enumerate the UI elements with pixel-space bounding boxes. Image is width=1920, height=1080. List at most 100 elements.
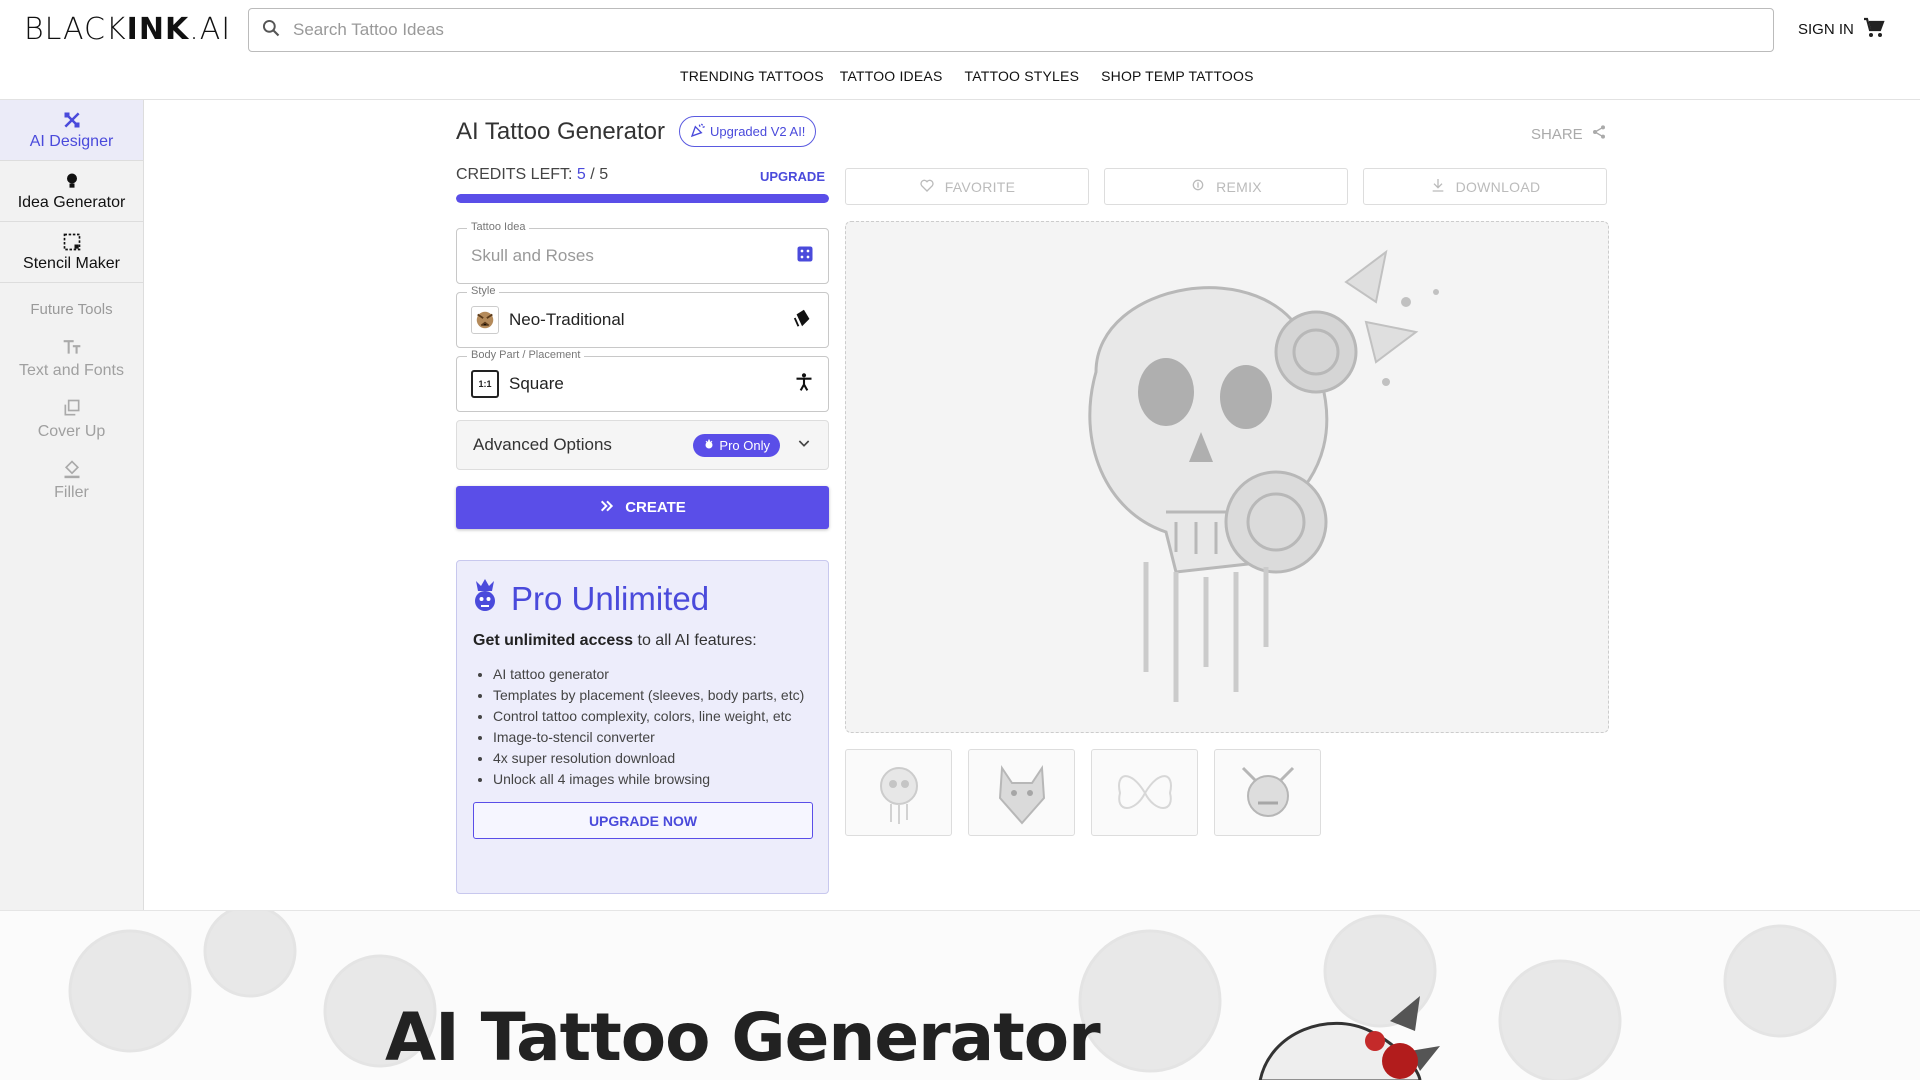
crown-icon bbox=[703, 438, 715, 453]
hero-title: AI Tattoo Generator bbox=[385, 999, 1101, 1076]
thumbnail-skull[interactable] bbox=[845, 749, 952, 836]
placement-value: Square bbox=[509, 374, 564, 393]
hero-section: AI Tattoo Generator bbox=[0, 910, 1920, 1080]
pro-card-subtitle: Get unlimited access to all AI features: bbox=[473, 632, 812, 650]
remix-icon bbox=[1190, 177, 1206, 196]
style-field[interactable]: Style Neo-Traditional bbox=[456, 285, 829, 348]
share-button[interactable]: SHARE bbox=[1531, 124, 1607, 144]
credits-label: CREDITS LEFT: bbox=[456, 166, 573, 183]
thumbnail-demon[interactable] bbox=[1214, 749, 1321, 836]
layers-icon bbox=[62, 398, 82, 423]
upgrade-now-button[interactable]: UPGRADE NOW bbox=[473, 802, 813, 839]
search-bar[interactable] bbox=[248, 8, 1774, 52]
dice-icon[interactable] bbox=[796, 245, 814, 268]
text-icon bbox=[62, 337, 82, 362]
lightbulb-icon bbox=[62, 171, 82, 191]
nav-tattoo-styles[interactable]: TATTOO STYLES bbox=[964, 68, 1079, 84]
chevron-down-icon bbox=[796, 435, 812, 456]
palette-icon[interactable] bbox=[792, 307, 814, 334]
sidebar-item-label: Idea Generator bbox=[17, 193, 126, 211]
share-label: SHARE bbox=[1531, 125, 1583, 143]
search-icon bbox=[261, 18, 281, 43]
pro-sub-bold: Get unlimited access bbox=[473, 632, 634, 649]
credits-row: CREDITS LEFT: 5 / 5 UPGRADE bbox=[456, 166, 829, 184]
nav-shop-temp-tattoos[interactable]: SHOP TEMP TATTOOS bbox=[1101, 68, 1254, 84]
credits-progress-fill bbox=[456, 194, 829, 203]
style-thumbnail bbox=[471, 306, 499, 334]
ratio-icon: 1:1 bbox=[471, 370, 499, 398]
placement-legend: Body Part / Placement bbox=[467, 349, 585, 361]
pro-sub-rest: to all AI features: bbox=[633, 632, 757, 649]
paint-bucket-icon bbox=[62, 459, 82, 484]
future-tools-label: Future Tools bbox=[30, 301, 113, 318]
style-legend: Style bbox=[467, 285, 500, 297]
site-logo[interactable]: BLACKINK.AI bbox=[24, 12, 231, 47]
thumbnail-strip bbox=[845, 749, 1321, 836]
sign-in-link[interactable]: SIGN IN bbox=[1798, 21, 1854, 38]
share-icon bbox=[1591, 124, 1607, 144]
style-value: Neo-Traditional bbox=[509, 310, 625, 329]
top-nav: TRENDING TATTOOS TATTOO IDEAS TATTOO STY… bbox=[680, 68, 1276, 84]
upgraded-badge[interactable]: Upgraded V2 AI! bbox=[679, 116, 817, 147]
double-chevron-icon bbox=[599, 498, 615, 518]
person-icon[interactable] bbox=[794, 372, 814, 397]
list-item: 4x super resolution download bbox=[493, 748, 812, 769]
pro-feature-list: AI tattoo generator Templates by placeme… bbox=[473, 664, 812, 790]
list-item: AI tattoo generator bbox=[493, 664, 812, 685]
sidebar-item-text-and-fonts: Text and Fonts bbox=[0, 328, 143, 389]
remix-button[interactable]: REMIX bbox=[1104, 168, 1348, 205]
badge-label: Upgraded V2 AI! bbox=[710, 124, 806, 139]
tattoo-idea-input[interactable]: Skull and Roses bbox=[471, 246, 796, 266]
tattoo-idea-field[interactable]: Tattoo Idea Skull and Roses bbox=[456, 221, 829, 284]
list-item: Control tattoo complexity, colors, line … bbox=[493, 706, 812, 727]
pro-unlimited-card: Pro Unlimited Get unlimited access to al… bbox=[456, 560, 829, 894]
credits-progress-bar bbox=[456, 194, 829, 203]
pro-crown-icon bbox=[473, 577, 497, 620]
pro-card-title: Pro Unlimited bbox=[511, 579, 710, 617]
favorite-label: FAVORITE bbox=[944, 178, 1016, 195]
heart-icon bbox=[919, 177, 935, 196]
page-title: AI Tattoo Generator bbox=[456, 117, 666, 145]
credits-total: 5 bbox=[599, 166, 609, 183]
upgrade-link[interactable]: UPGRADE bbox=[760, 169, 825, 184]
sidebar-item-label: Text and Fonts bbox=[19, 362, 124, 379]
logo-light-text: BLACK bbox=[24, 12, 127, 47]
logo-tail-text: .AI bbox=[189, 12, 232, 47]
site-header: BLACKINK.AI SIGN IN TRENDING TATTOOS TAT… bbox=[0, 0, 1920, 100]
create-label: CREATE bbox=[625, 499, 686, 516]
favorite-button[interactable]: FAVORITE bbox=[845, 168, 1089, 205]
sidebar: AI Designer Idea Generator Stencil Maker… bbox=[0, 100, 144, 910]
skull-roses-illustration bbox=[1088, 249, 1439, 702]
sidebar-item-stencil-maker[interactable]: Stencil Maker bbox=[0, 222, 143, 283]
nav-tattoo-ideas[interactable]: TATTOO IDEAS bbox=[840, 68, 943, 84]
search-input[interactable] bbox=[293, 20, 1693, 40]
sidebar-item-label: Stencil Maker bbox=[23, 254, 120, 272]
thumbnail-butterfly[interactable] bbox=[1091, 749, 1198, 836]
credits-used: 5 bbox=[576, 166, 586, 183]
list-item: Image-to-stencil converter bbox=[493, 727, 812, 748]
cart-icon[interactable] bbox=[1862, 16, 1886, 45]
sidebar-item-idea-generator[interactable]: Idea Generator bbox=[0, 161, 143, 222]
placement-field[interactable]: Body Part / Placement 1:1 Square bbox=[456, 349, 829, 412]
advanced-options-label: Advanced Options bbox=[473, 435, 612, 454]
pro-card-header: Pro Unlimited bbox=[473, 577, 812, 620]
create-button[interactable]: CREATE bbox=[456, 486, 829, 529]
thumbnail-wolf[interactable] bbox=[968, 749, 1075, 836]
title-row: AI Tattoo Generator Upgraded V2 AI! bbox=[456, 116, 817, 147]
sidebar-item-label: Cover Up bbox=[37, 423, 106, 440]
list-item: Unlock all 4 images while browsing bbox=[493, 769, 812, 790]
sidebar-item-cover-up: Cover Up bbox=[0, 389, 143, 450]
sidebar-item-ai-designer[interactable]: AI Designer bbox=[0, 100, 143, 161]
tattoo-idea-legend: Tattoo Idea bbox=[467, 221, 530, 233]
image-actions: FAVORITE REMIX DOWNLOAD bbox=[845, 168, 1607, 205]
list-item: Templates by placement (sleeves, body pa… bbox=[493, 685, 812, 706]
nav-trending-tattoos[interactable]: TRENDING TATTOOS bbox=[680, 68, 824, 84]
party-popper-icon bbox=[690, 122, 706, 141]
sidebar-item-filler: Filler bbox=[0, 450, 143, 511]
remix-label: REMIX bbox=[1216, 178, 1262, 195]
sidebar-item-label: Filler bbox=[54, 484, 89, 501]
sidebar-item-label: AI Designer bbox=[29, 132, 114, 150]
download-button[interactable]: DOWNLOAD bbox=[1363, 168, 1607, 205]
advanced-options-toggle[interactable]: Advanced Options Pro Only bbox=[456, 420, 829, 470]
pro-only-badge: Pro Only bbox=[693, 433, 780, 457]
